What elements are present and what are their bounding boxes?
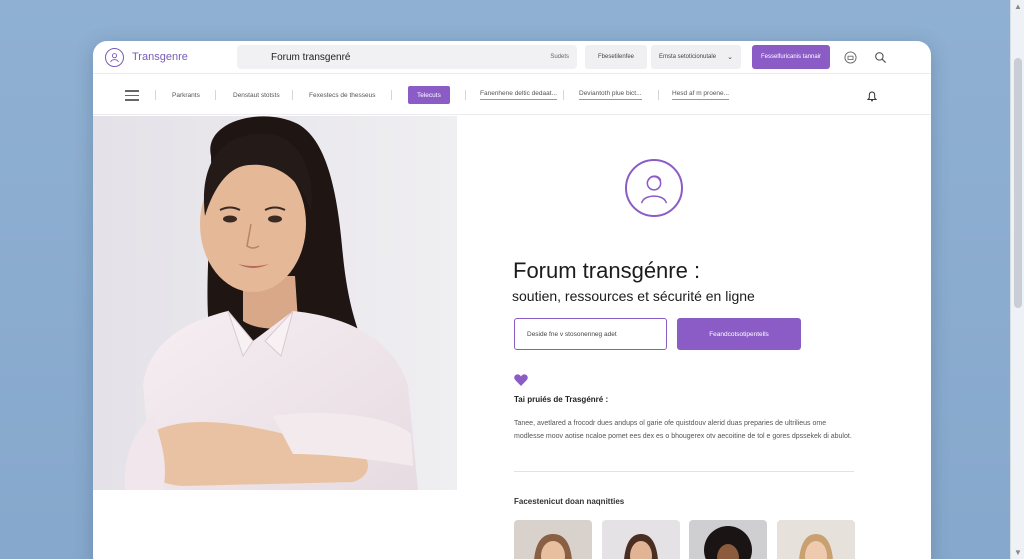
nav-bar: Parkrants Denstaut stotsts Fexestecs de … bbox=[93, 74, 931, 115]
profile-thumbnail[interactable] bbox=[514, 520, 592, 559]
person-avatar-icon bbox=[625, 159, 683, 217]
options-dropdown-label: Emsta setoticionutale bbox=[659, 54, 717, 60]
nav-divider bbox=[658, 90, 659, 100]
cta-button[interactable]: Feandcotsotipentells bbox=[677, 318, 801, 350]
nav-item-3[interactable]: Fexestecs de thesseus bbox=[309, 88, 375, 102]
address-tag: Sudets bbox=[550, 54, 569, 60]
window-scrollbar[interactable]: ▲ ▼ bbox=[1010, 0, 1024, 559]
nav-item-5[interactable]: Fanenhene deltic dedaat... bbox=[480, 88, 557, 100]
nav-item-2[interactable]: Denstaut stotsts bbox=[233, 88, 280, 102]
profile-thumbnail[interactable] bbox=[777, 520, 855, 559]
person-circle-icon bbox=[105, 47, 124, 67]
profile-thumbnail[interactable] bbox=[689, 520, 767, 559]
primary-action-button[interactable]: Fesselfuricanis tannair bbox=[752, 45, 830, 69]
nav-divider bbox=[465, 90, 466, 100]
address-title: Forum transgenré bbox=[271, 51, 351, 63]
brand[interactable]: Transgenre bbox=[105, 47, 245, 67]
search-icon[interactable] bbox=[872, 49, 888, 65]
page-subtitle: soutien, ressources et sécurité en ligne bbox=[512, 288, 755, 304]
nav-divider bbox=[215, 90, 216, 100]
features-title: Facestenicut doan naqnitties bbox=[514, 497, 625, 506]
hero-image bbox=[93, 116, 457, 490]
nav-item-6[interactable]: Deviantoth plue bict... bbox=[579, 88, 642, 100]
browser-window: Transgenre Forum transgenré Sudets Fbese… bbox=[93, 41, 931, 559]
bell-icon[interactable] bbox=[866, 89, 878, 107]
scroll-up-arrow[interactable]: ▲ bbox=[1014, 2, 1022, 11]
top-bar: Transgenre Forum transgenré Sudets Fbese… bbox=[93, 41, 931, 74]
nav-divider bbox=[155, 90, 156, 100]
nav-item-active[interactable]: Telecuts bbox=[408, 86, 450, 104]
section-divider bbox=[514, 471, 854, 472]
scrollbar-thumb[interactable] bbox=[1014, 58, 1022, 308]
scroll-down-arrow[interactable]: ▼ bbox=[1014, 548, 1022, 557]
hamburger-icon[interactable] bbox=[125, 90, 139, 104]
address-bar[interactable]: Forum transgenré Sudets bbox=[237, 45, 577, 69]
nav-divider bbox=[391, 90, 392, 100]
section-title: Tai pruiés de Trasgénré : bbox=[514, 395, 609, 404]
nav-item-1[interactable]: Parkrants bbox=[172, 88, 200, 102]
heart-icon bbox=[514, 373, 528, 391]
nav-divider bbox=[292, 90, 293, 100]
chevron-down-icon: ⌄ bbox=[727, 54, 733, 61]
basket-icon[interactable] bbox=[842, 49, 858, 65]
page-title: Forum transgénre : bbox=[513, 258, 701, 283]
brand-name: Transgenre bbox=[132, 51, 188, 63]
search-input[interactable]: Deside fne v stosonenneg adet bbox=[514, 318, 667, 350]
options-dropdown[interactable]: Emsta setoticionutale ⌄ bbox=[651, 45, 741, 69]
feedback-button[interactable]: Fbesetilenfee bbox=[585, 45, 647, 69]
main-content: Forum transgénre : soutien, ressources e… bbox=[457, 116, 931, 559]
nav-item-7[interactable]: Hesd af m proene... bbox=[672, 88, 730, 100]
section-paragraph: Tanee, avetlared a frocodr dues andups o… bbox=[514, 420, 852, 440]
profile-thumbnail[interactable] bbox=[602, 520, 680, 559]
nav-divider bbox=[563, 90, 564, 100]
